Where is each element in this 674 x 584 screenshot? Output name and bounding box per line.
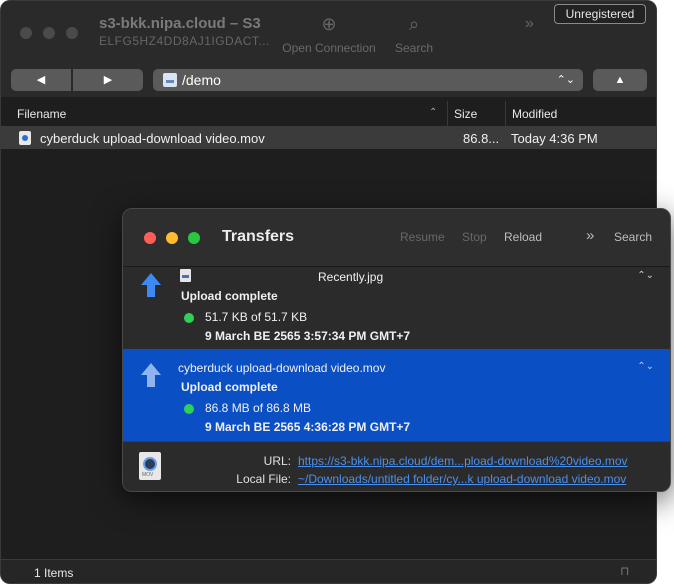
zoom-button[interactable] xyxy=(188,232,200,244)
chevron-updown-icon[interactable]: ⌃⌄ xyxy=(637,270,654,281)
file-row[interactable]: cyberduck upload-download video.mov 86.8… xyxy=(1,127,656,149)
complete-status-dot xyxy=(184,404,194,414)
file-name: cyberduck upload-download video.mov xyxy=(40,131,265,146)
back-button[interactable]: ◀ xyxy=(11,69,71,91)
transfers-search-button[interactable]: Search xyxy=(614,230,652,244)
window-title: s3-bkk.nipa.cloud – S3 xyxy=(99,15,261,32)
local-file-link[interactable]: ~/Downloads/untitled folder/cy...k uploa… xyxy=(298,472,626,486)
transfers-window: Transfers Resume Stop Reload » Search Re… xyxy=(122,208,671,492)
transfers-toolbar: Transfers Resume Stop Reload » Search xyxy=(123,209,670,267)
transfer-bytes: 86.8 MB of 86.8 MB xyxy=(205,401,312,415)
transfer-item[interactable]: Recently.jpg ⌃⌄ Upload complete 51.7 KB … xyxy=(123,267,670,349)
zoom-button-inactive[interactable] xyxy=(66,27,78,39)
chevron-updown-icon: ⌃⌄ xyxy=(556,74,575,86)
url-link[interactable]: https://s3-bkk.nipa.cloud/dem...pload-do… xyxy=(298,454,628,468)
minimize-button-inactive[interactable] xyxy=(43,27,55,39)
complete-status-dot xyxy=(184,313,194,323)
search-label: Search xyxy=(394,41,434,55)
sort-ascending-icon: ⌃ xyxy=(429,107,438,118)
open-connection-label: Open Connection xyxy=(282,41,376,55)
reload-button[interactable]: Reload xyxy=(504,230,542,244)
upload-arrow-icon xyxy=(141,363,161,389)
search-icon: ⌕ xyxy=(408,14,420,34)
size-column-header[interactable]: Size xyxy=(447,101,505,127)
path-dropdown[interactable]: /demo ⌃⌄ xyxy=(153,69,583,91)
transfer-filename: cyberduck upload-download video.mov xyxy=(178,361,386,375)
file-list-header: Filename ⌃ Size Modified xyxy=(1,101,656,127)
transfer-status: Upload complete xyxy=(181,289,278,303)
local-file-label: Local File: xyxy=(236,472,291,486)
minimize-button[interactable] xyxy=(166,232,178,244)
file-modified: Today 4:36 PM xyxy=(511,131,598,146)
mov-file-icon xyxy=(139,452,161,480)
video-file-icon xyxy=(19,131,31,145)
toolbar-overflow-icon[interactable]: » xyxy=(586,227,594,244)
close-button[interactable] xyxy=(144,232,156,244)
upload-arrow-icon xyxy=(141,273,161,299)
transfer-filename: Recently.jpg xyxy=(318,270,384,284)
globe-plus-icon: ⊕ xyxy=(321,14,337,34)
parent-directory-button[interactable]: ▲ xyxy=(593,69,647,91)
forward-button[interactable]: ▶ xyxy=(73,69,143,91)
resume-button[interactable]: Resume xyxy=(400,230,445,244)
unregistered-button[interactable]: Unregistered xyxy=(554,4,646,24)
status-bar: 1 Items ⊓ xyxy=(1,559,656,583)
image-file-icon xyxy=(180,269,191,282)
transfer-details: URL: https://s3-bkk.nipa.cloud/dem...plo… xyxy=(123,441,670,491)
title-bar: s3-bkk.nipa.cloud – S3 ELFG5HZ4DD8AJ1IGD… xyxy=(1,1,656,63)
drive-icon xyxy=(163,73,177,87)
transfer-status: Upload complete xyxy=(181,380,278,394)
transfer-date: 9 March BE 2565 4:36:28 PM GMT+7 xyxy=(205,420,411,434)
close-button-inactive[interactable] xyxy=(20,27,32,39)
window-subtitle: ELFG5HZ4DD8AJ1IGDACT... xyxy=(99,34,270,48)
modified-column-header[interactable]: Modified xyxy=(505,101,655,127)
transfer-bytes: 51.7 KB of 51.7 KB xyxy=(205,310,308,324)
transfer-item-selected[interactable]: cyberduck upload-download video.mov ⌃⌄ U… xyxy=(123,349,670,441)
path-value: /demo xyxy=(182,72,221,88)
item-count: 1 Items xyxy=(34,566,74,580)
chevron-updown-icon[interactable]: ⌃⌄ xyxy=(637,361,654,372)
lock-icon: ⊓ xyxy=(620,564,630,578)
stop-button[interactable]: Stop xyxy=(462,230,487,244)
file-size: 86.8... xyxy=(463,131,500,146)
transfers-title: Transfers xyxy=(222,228,295,245)
toolbar-overflow-icon[interactable]: » xyxy=(525,15,534,33)
url-label: URL: xyxy=(263,454,291,468)
filename-column-header[interactable]: Filename xyxy=(17,107,66,121)
open-connection-button[interactable]: ⊕ Open Connection xyxy=(277,13,381,55)
search-button[interactable]: ⌕ Search xyxy=(391,13,437,55)
navigation-bar: ◀ ▶ /demo ⌃⌄ ▲ xyxy=(1,63,656,97)
transfer-date: 9 March BE 2565 3:57:34 PM GMT+7 xyxy=(205,329,411,343)
